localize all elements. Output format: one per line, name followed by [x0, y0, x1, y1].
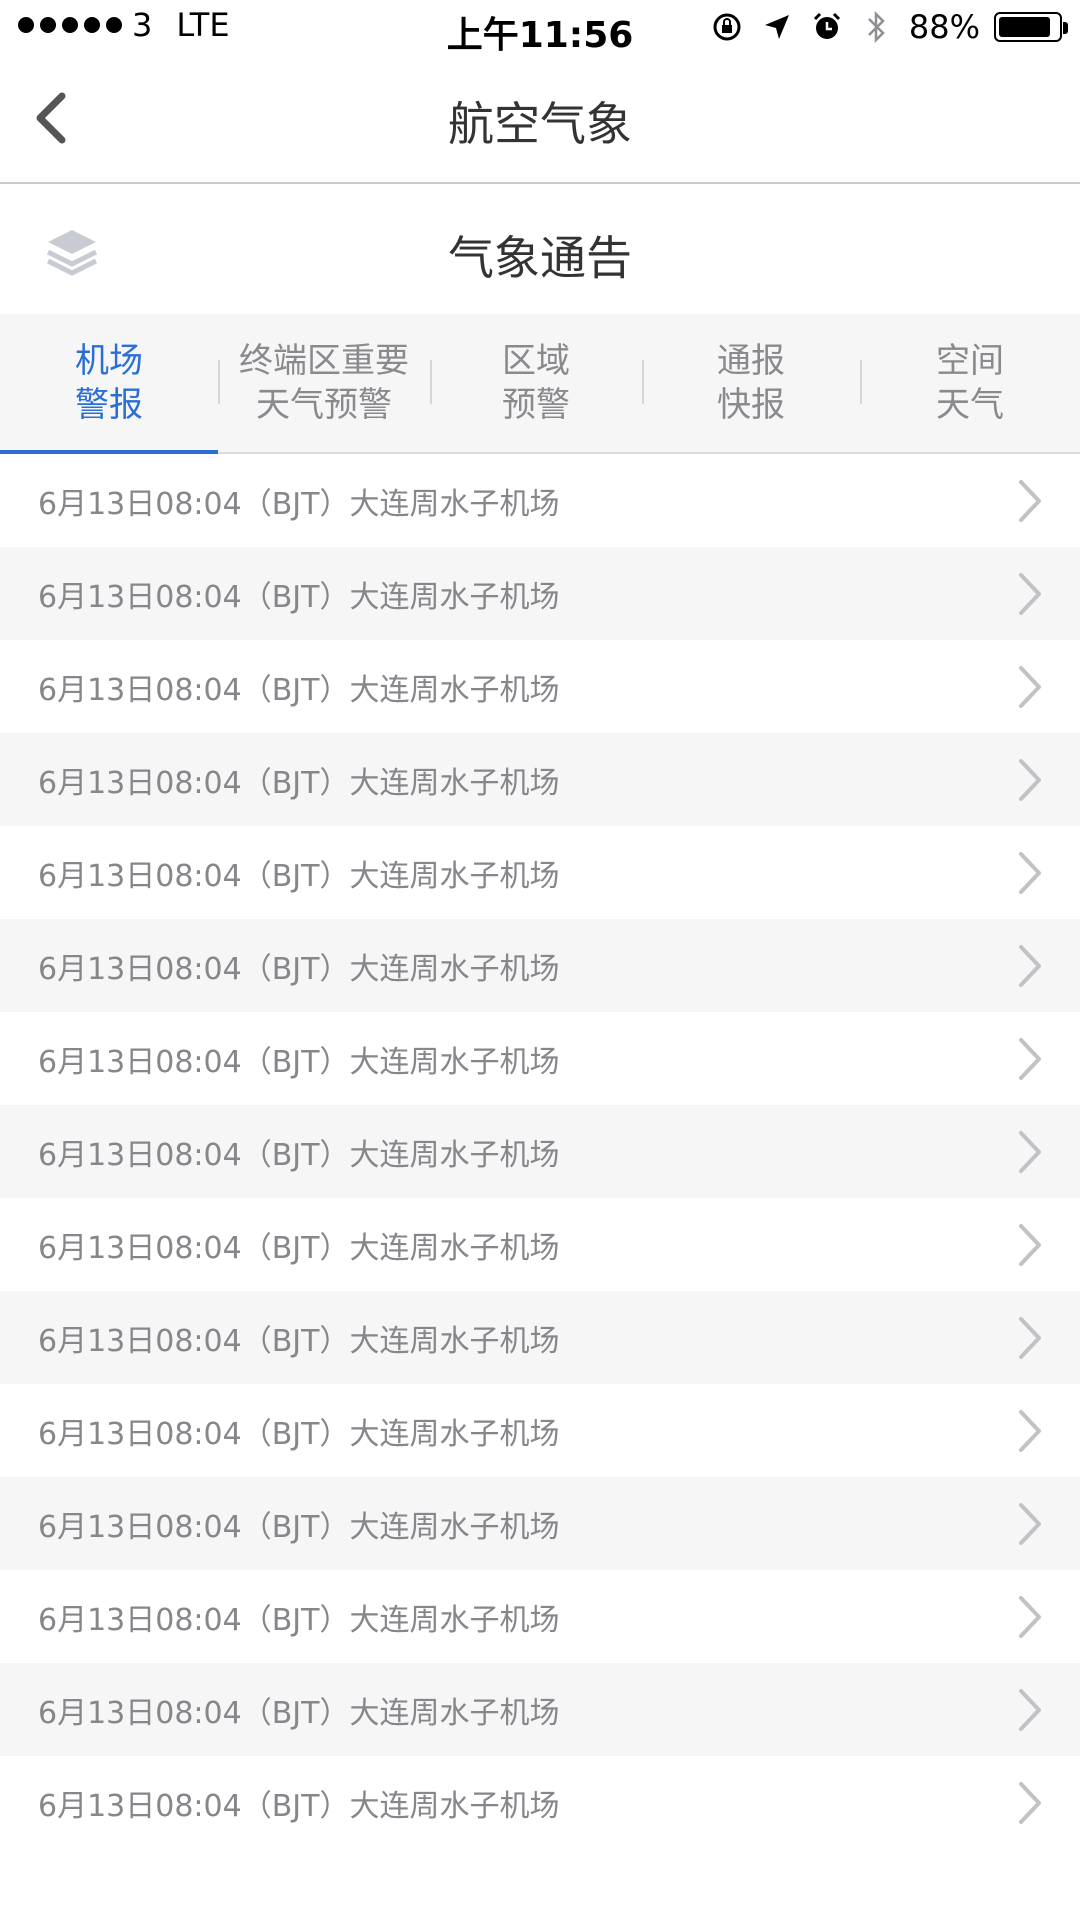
page-title: 航空气象 [448, 97, 632, 151]
list-item[interactable]: 6月13日08:04（BJT）大连周水子机场 [0, 826, 1080, 919]
tab-airport-alert[interactable]: 机场 警报 [0, 314, 218, 454]
chevron-right-icon [1010, 941, 1050, 991]
chevron-right-icon [1010, 755, 1050, 805]
list-item[interactable]: 6月13日08:04（BJT）大连周水子机场 [0, 1663, 1080, 1756]
list-item[interactable]: 6月13日08:04（BJT）大连周水子机场 [0, 1477, 1080, 1570]
chevron-right-icon [1010, 662, 1050, 712]
list-item[interactable]: 6月13日08:04（BJT）大连周水子机场 [0, 1012, 1080, 1105]
list-item[interactable]: 6月13日08:04（BJT）大连周水子机场 [0, 1105, 1080, 1198]
chevron-right-icon [1010, 1313, 1050, 1363]
tab-separator [642, 360, 644, 404]
list-item-label: 6月13日08:04（BJT）大连周水子机场 [38, 1323, 560, 1359]
list-item-label: 6月13日08:04（BJT）大连周水子机场 [38, 1044, 560, 1080]
tab-label: 通报 快报 [717, 341, 785, 425]
list-item-label: 6月13日08:04（BJT）大连周水子机场 [38, 1602, 560, 1638]
tab-separator [860, 360, 862, 404]
tab-terminal-weather-warning[interactable]: 终端区重要 天气预警 [218, 314, 430, 452]
chevron-right-icon [1010, 1778, 1050, 1828]
section-title: 气象通告 [448, 231, 632, 285]
tab-separator [218, 360, 220, 404]
chevron-right-icon [1010, 1127, 1050, 1177]
list-item[interactable]: 6月13日08:04（BJT）大连周水子机场 [0, 1384, 1080, 1477]
navigation-bar: 航空气象 [0, 58, 1080, 184]
list-item-label: 6月13日08:04（BJT）大连周水子机场 [38, 1230, 560, 1266]
list-item[interactable]: 6月13日08:04（BJT）大连周水子机场 [0, 640, 1080, 733]
chevron-right-icon [1010, 1034, 1050, 1084]
list-item[interactable]: 6月13日08:04（BJT）大连周水子机场 [0, 1198, 1080, 1291]
list-item[interactable]: 6月13日08:04（BJT）大连周水子机场 [0, 919, 1080, 1012]
bluetooth-icon [859, 9, 895, 45]
list-item-label: 6月13日08:04（BJT）大连周水子机场 [38, 486, 560, 522]
tab-regional-warning[interactable]: 区域 预警 [430, 314, 642, 452]
battery-icon [994, 12, 1068, 42]
chevron-right-icon [1010, 569, 1050, 619]
tab-space-weather[interactable]: 空间 天气 [860, 314, 1080, 452]
tab-label: 空间 天气 [936, 341, 1004, 425]
list-item-label: 6月13日08:04（BJT）大连周水子机场 [38, 765, 560, 801]
status-right: 88% [709, 8, 1068, 46]
list-item-label: 6月13日08:04（BJT）大连周水子机场 [38, 1695, 560, 1731]
list-item-label: 6月13日08:04（BJT）大连周水子机场 [38, 951, 560, 987]
chevron-right-icon [1010, 848, 1050, 898]
chevron-right-icon [1010, 1685, 1050, 1735]
tab-bar: 机场 警报 终端区重要 天气预警 区域 预警 通报 快报 空间 天气 [0, 314, 1080, 454]
list-item-label: 6月13日08:04（BJT）大连周水子机场 [38, 1788, 560, 1824]
chevron-right-icon [1010, 1499, 1050, 1549]
tab-label: 机场 警报 [75, 341, 143, 425]
battery-percent: 88% [908, 8, 980, 46]
list-item[interactable]: 6月13日08:04（BJT）大连周水子机场 [0, 1570, 1080, 1663]
orientation-lock-icon [709, 9, 745, 45]
list-item-label: 6月13日08:04（BJT）大连周水子机场 [38, 672, 560, 708]
chevron-right-icon [1010, 476, 1050, 526]
notice-list: 6月13日08:04（BJT）大连周水子机场 6月13日08:04（BJT）大连周… [0, 454, 1080, 1849]
list-item[interactable]: 6月13日08:04（BJT）大连周水子机场 [0, 547, 1080, 640]
list-item[interactable]: 6月13日08:04（BJT）大连周水子机场 [0, 733, 1080, 826]
location-arrow-icon [759, 9, 795, 45]
tab-separator [430, 360, 432, 404]
chevron-right-icon [1010, 1592, 1050, 1642]
list-item-label: 6月13日08:04（BJT）大连周水子机场 [38, 858, 560, 894]
section-header: 气象通告 [0, 186, 1080, 314]
status-bar: 3 LTE 上午11:56 88% [0, 0, 1080, 58]
list-item-label: 6月13日08:04（BJT）大连周水子机场 [38, 1509, 560, 1545]
alarm-icon [809, 9, 845, 45]
list-item[interactable]: 6月13日08:04（BJT）大连周水子机场 [0, 1756, 1080, 1849]
tab-label: 区域 预警 [502, 341, 570, 425]
chevron-right-icon [1010, 1220, 1050, 1270]
tab-bulletin[interactable]: 通报 快报 [642, 314, 860, 452]
battery-fill [999, 17, 1051, 37]
list-item[interactable]: 6月13日08:04（BJT）大连周水子机场 [0, 454, 1080, 547]
tab-label: 终端区重要 天气预警 [239, 341, 409, 425]
list-item-label: 6月13日08:04（BJT）大连周水子机场 [38, 1137, 560, 1173]
list-item-label: 6月13日08:04（BJT）大连周水子机场 [38, 1416, 560, 1452]
list-item[interactable]: 6月13日08:04（BJT）大连周水子机场 [0, 1291, 1080, 1384]
list-item-label: 6月13日08:04（BJT）大连周水子机场 [38, 579, 560, 615]
chevron-right-icon [1010, 1406, 1050, 1456]
